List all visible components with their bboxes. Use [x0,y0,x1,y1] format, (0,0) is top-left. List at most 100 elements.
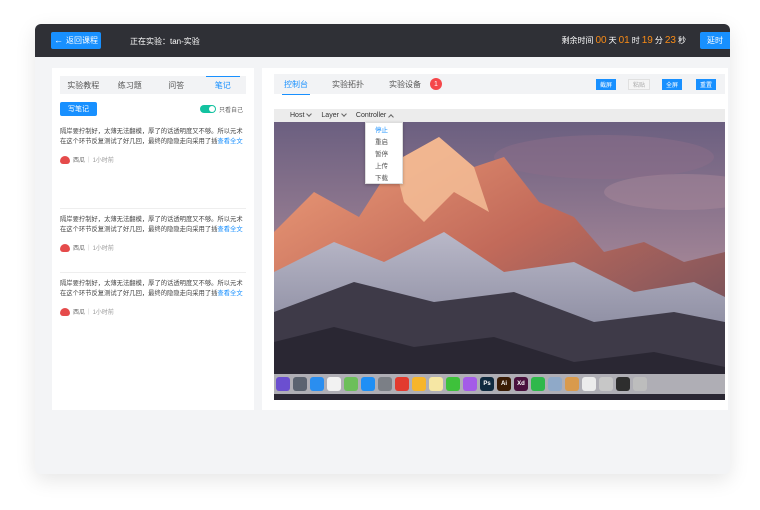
note-time: 1小时前 [92,158,114,164]
note-time: 1小时前 [92,310,114,316]
meta-divider: | [88,156,90,163]
keyboard-icon[interactable] [599,377,613,391]
menu-item-download[interactable]: 下载 [366,171,402,183]
note-item: 隔岸要拧制好，太薄无法翻模，厚了的话透明度又不够。所以元术在这个环节反复测试了好… [60,279,246,316]
menu-item-pause[interactable]: 暂停 [366,147,402,159]
only-mine-toggle[interactable] [200,105,216,113]
extend-time-button[interactable]: 延时 [700,32,730,49]
safari-icon[interactable] [310,377,324,391]
tab-exercises[interactable]: 练习题 [107,76,154,94]
siri-icon[interactable] [276,377,290,391]
avatar [60,307,70,316]
dock: Ps Ai Xd [274,374,725,394]
meta-divider: | [88,308,90,315]
calendar-icon[interactable] [327,377,341,391]
wechat-icon[interactable] [446,377,460,391]
console-icon[interactable] [633,377,647,391]
menu-layer-label: Layer [321,112,339,119]
tab-notes[interactable]: 笔记 [200,76,247,94]
mountain-wallpaper [274,122,725,400]
reset-button[interactable]: 重置 [696,79,717,90]
menu-host[interactable]: Host [290,111,313,119]
note-meta: 西瓜 | 1小时前 [60,243,246,252]
lab-toolbar: 控制台 实验拓扑 实验设备 1 截屏 粘贴 全屏 重置 [274,74,725,95]
system-preferences-icon[interactable] [378,377,392,391]
document-icon[interactable] [582,377,596,391]
lab-panel: 控制台 实验拓扑 实验设备 1 截屏 粘贴 全屏 重置 Host Layer C… [262,68,728,410]
note-body: 隔岸要拧制好，太薄无法翻模，厚了的话透明度又不够。所以元术在这个环节反复测试了好… [60,280,243,297]
app-store-icon[interactable] [361,377,375,391]
notification-badge: 1 [430,78,442,90]
preview-icon[interactable] [548,377,562,391]
menu-item-stop[interactable]: 停止 [366,123,402,135]
back-to-course-button[interactable]: ← 返回课程 [51,32,101,49]
menu-layer[interactable]: Layer [321,111,347,119]
chevron-down-icon [341,111,347,117]
app-frame: ← 返回课程 正在实验：tan-实验 剩余时间 00 天 01 时 19 分 2… [35,24,730,474]
note-body: 隔岸要拧制好，太薄无法翻模，厚了的话透明度又不够。所以元术在这个环节反复测试了好… [60,216,243,233]
meta-divider: | [88,244,90,251]
avatar [60,243,70,252]
only-mine-label: 只看自己 [219,108,244,114]
timer-hours-unit: 时 [631,36,640,45]
timer-days: 00 [595,35,607,46]
top-bar: ← 返回课程 正在实验：tan-实验 剩余时间 00 天 01 时 19 分 2… [35,24,730,57]
back-label: 返回课程 [66,36,98,45]
note-item: 隔岸要拧制好，太薄无法翻模，厚了的话透明度又不够。所以元术在这个环节反复测试了好… [60,215,246,252]
netease-music-icon[interactable] [395,377,409,391]
finder-icon[interactable] [565,377,579,391]
divider [60,208,246,209]
remote-desktop[interactable]: Ps Ai Xd [274,122,725,400]
countdown-timer: 剩余时间 00 天 01 时 19 分 23 秒 [562,35,687,46]
terminal-icon[interactable] [616,377,630,391]
fullscreen-button[interactable]: 全屏 [662,79,683,90]
maps-icon[interactable] [344,377,358,391]
xd-icon[interactable]: Xd [514,377,528,391]
paste-button[interactable]: 粘贴 [628,79,651,90]
controller-dropdown: 停止 重启 暂停 上传 下载 [365,122,403,184]
remote-menubar: Host Layer Controller [274,109,725,122]
timer-seconds-unit: 秒 [678,36,686,45]
note-text: 隔岸要拧制好，太薄无法翻模，厚了的话透明度又不够。所以元术在这个环节反复测试了好… [60,127,246,147]
note-author: 西瓜 [73,310,86,316]
tab-console[interactable]: 控制台 [282,79,310,95]
notes-panel: 实验教程 练习题 问答 笔记 写笔记 只看自己 隔岸要拧制好，太薄无法翻模，厚了… [52,68,254,410]
sketch-icon[interactable] [412,377,426,391]
menu-host-label: Host [290,112,305,119]
photoshop-icon[interactable]: Ps [480,377,494,391]
menu-item-upload[interactable]: 上传 [366,159,402,171]
note-author: 西瓜 [73,246,86,252]
notes-icon[interactable] [429,377,443,391]
timer-seconds: 23 [664,35,676,46]
note-read-more-link[interactable]: 查看全文 [217,226,242,233]
illustrator-icon[interactable]: Ai [497,377,511,391]
note-time: 1小时前 [92,246,114,252]
left-tabs: 实验教程 练习题 问答 笔记 [60,76,246,94]
arrow-left-icon: ← [54,35,63,45]
timer-days-unit: 天 [608,36,617,45]
tab-devices[interactable]: 实验设备 [389,79,421,90]
timer-minutes: 19 [641,35,653,46]
picsart-icon[interactable] [463,377,477,391]
write-note-button[interactable]: 写笔记 [60,102,97,116]
timer-prefix: 剩余时间 [561,36,594,45]
menu-controller[interactable]: Controller [355,112,395,120]
note-text: 隔岸要拧制好，太薄无法翻模，厚了的话透明度又不够。所以元术在这个环节反复测试了好… [60,215,246,235]
facetime-icon[interactable] [531,377,545,391]
timer-minutes-unit: 分 [654,36,663,45]
chevron-up-icon [388,113,395,120]
menu-controller-label: Controller [355,112,387,119]
tab-qa[interactable]: 问答 [153,76,200,94]
screenshot-button[interactable]: 截屏 [596,79,617,90]
note-meta: 西瓜 | 1小时前 [60,155,246,164]
note-item: 隔岸要拧制好，太薄无法翻模，厚了的话透明度又不够。所以元术在这个环节反复测试了好… [60,127,246,164]
timer-hours: 01 [618,35,630,46]
divider [60,272,246,273]
avatar [60,155,70,164]
menu-item-restart[interactable]: 重启 [366,135,402,147]
note-read-more-link[interactable]: 查看全文 [217,138,242,145]
launchpad-icon[interactable] [293,377,307,391]
tab-topology[interactable]: 实验拓扑 [332,79,364,90]
note-read-more-link[interactable]: 查看全文 [217,290,242,297]
tab-tutorial[interactable]: 实验教程 [60,76,107,94]
